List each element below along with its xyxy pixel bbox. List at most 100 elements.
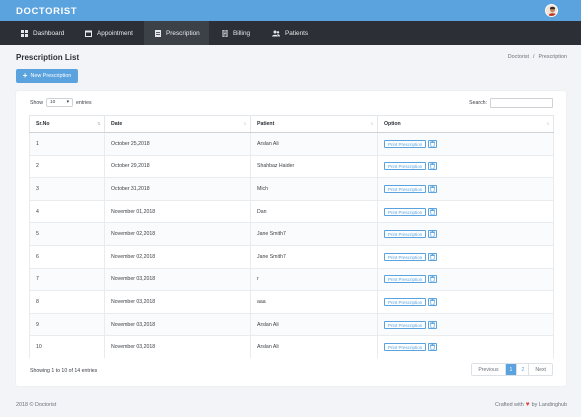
print-prescription-button[interactable]: Print Prescription — [384, 297, 427, 306]
print-prescription-button[interactable]: Print Prescription — [384, 162, 427, 171]
footer-credit: Crafted with ♥ by Landinghub — [495, 401, 567, 409]
cell-srno: 1 — [29, 132, 105, 156]
table-row: 3 October 31,2018 Mich Print Prescription — [29, 177, 554, 201]
cell-option: Print Prescription — [377, 154, 554, 178]
cell-patient: Dan — [250, 199, 378, 223]
table-info: Showing 1 to 10 of 14 entries — [30, 368, 98, 374]
column-header-label: Date — [111, 121, 123, 127]
trash-icon — [430, 163, 436, 170]
table-row: 5 November 02,2018 Jane Smith7 Print Prescr… — [29, 222, 554, 246]
cell-option: Print Prescription — [377, 222, 554, 246]
chevron-down-icon: ▾ — [66, 100, 69, 105]
heart-icon: ♥ — [525, 401, 530, 408]
cell-patient: aaa — [250, 290, 378, 314]
print-prescription-button[interactable]: Print Prescription — [384, 139, 427, 148]
table-row: 9 November 03,2018 Arslan Ali Print Prescri… — [29, 312, 554, 336]
cell-srno: 2 — [29, 154, 105, 178]
table-row: 6 November 02,2018 Jane Smith7 Print Prescr… — [29, 244, 554, 269]
delete-button[interactable] — [428, 320, 438, 329]
pagination-previous[interactable]: Previous — [472, 364, 506, 375]
trash-icon — [430, 231, 436, 238]
nav-patients-label: Patients — [285, 29, 309, 37]
table-row: 8 November 03,2018 aaa Print Prescription — [29, 290, 554, 314]
nav-dashboard-label: Dashboard — [33, 29, 65, 37]
user-avatar[interactable] — [545, 4, 558, 17]
delete-button[interactable] — [428, 275, 438, 284]
trash-icon — [430, 298, 436, 305]
prescription-icon — [155, 29, 161, 37]
trash-icon — [430, 185, 436, 192]
cell-option: Print Prescription — [377, 177, 554, 201]
print-prescription-button[interactable]: Print Prescription — [384, 207, 427, 216]
brand-logo[interactable]: DOCTORIST — [16, 6, 77, 17]
delete-button[interactable] — [428, 184, 438, 193]
cell-srno: 3 — [29, 177, 105, 201]
column-header-date[interactable]: Date ↑↓ — [104, 115, 251, 133]
nav-dashboard[interactable]: Dashboard — [21, 21, 64, 45]
page-size-select[interactable]: 10 ▾ — [45, 98, 73, 107]
delete-button[interactable] — [428, 297, 438, 306]
cell-date: November 01,2018 — [104, 199, 251, 223]
delete-button[interactable] — [428, 162, 438, 171]
column-header-label: Option — [384, 121, 401, 127]
show-label: Show — [30, 99, 43, 106]
print-prescription-button[interactable]: Print Prescription — [384, 252, 427, 261]
column-header-srno[interactable]: Sr.No ↑↓ — [29, 115, 105, 133]
cell-date: November 02,2018 — [104, 244, 251, 269]
print-prescription-button[interactable]: Print Prescription — [384, 230, 427, 239]
cell-srno: 4 — [29, 199, 105, 223]
footer-credit-prefix: Crafted with — [495, 402, 524, 409]
print-prescription-button[interactable]: Print Prescription — [384, 343, 427, 352]
nav-appointment-label: Appointment — [97, 29, 133, 37]
cell-patient: r — [250, 267, 378, 291]
page-size-value: 10 — [49, 100, 56, 105]
delete-button[interactable] — [428, 139, 438, 148]
print-prescription-button[interactable]: Print Prescription — [384, 320, 427, 329]
trash-icon — [430, 208, 436, 215]
pagination: Previous 1 2 Next — [471, 363, 553, 376]
calendar-icon — [85, 30, 92, 37]
pagination-page-1[interactable]: 1 — [505, 364, 518, 375]
delete-button[interactable] — [428, 343, 438, 352]
nav-billing[interactable]: Billing — [222, 21, 250, 45]
nav-prescription[interactable]: Prescription — [144, 21, 209, 45]
nav-patients[interactable]: Patients — [272, 21, 308, 45]
trash-icon — [430, 321, 436, 328]
table-row: 4 November 01,2018 Dan Print Prescription — [29, 199, 554, 223]
cell-option: Print Prescription — [377, 199, 554, 223]
table-row: 1 October 25,2018 Arslan Ali Print Prescrip… — [29, 132, 554, 156]
search-label: Search: — [469, 100, 487, 106]
breadcrumb-root[interactable]: Doctorist — [508, 54, 529, 60]
search-input[interactable] — [490, 98, 553, 108]
cell-date: October 29,2018 — [104, 154, 251, 178]
footer-copyright: 2018 © Doctorist — [16, 402, 57, 408]
cell-srno: 9 — [29, 312, 105, 336]
trash-icon — [430, 344, 436, 351]
delete-button[interactable] — [428, 207, 438, 216]
cell-patient: Arslan Ali — [250, 335, 378, 359]
column-header-patient[interactable]: Patient ↑↓ — [250, 115, 378, 133]
cell-option: Print Prescription — [377, 267, 554, 291]
delete-button[interactable] — [428, 230, 438, 239]
new-prescription-label: New Prescription — [30, 73, 72, 79]
sort-icon: ↑↓ — [97, 121, 101, 127]
pagination-page-2[interactable]: 2 — [517, 364, 530, 375]
new-prescription-button[interactable]: + New Prescription — [16, 69, 78, 83]
sort-icon: ↑↓ — [243, 121, 247, 127]
entries-label: entries — [75, 99, 92, 106]
cell-date: November 02,2018 — [104, 222, 251, 246]
cell-patient: Mich — [250, 177, 378, 201]
prescription-table: Sr.No ↑↓ Date ↑↓ Patient ↑↓ Option ↑↓ 1 Octob… — [29, 115, 554, 359]
print-prescription-button[interactable]: Print Prescription — [384, 275, 427, 284]
delete-button[interactable] — [428, 252, 438, 261]
table-header-row: Sr.No ↑↓ Date ↑↓ Patient ↑↓ Option ↑↓ — [29, 115, 554, 133]
column-header-option[interactable]: Option ↑↓ — [377, 115, 554, 133]
pagination-next[interactable]: Next — [529, 364, 552, 375]
print-prescription-button[interactable]: Print Prescription — [384, 184, 427, 193]
nav-appointment[interactable]: Appointment — [85, 21, 133, 45]
cell-date: November 03,2018 — [104, 335, 251, 359]
table-row: 10 November 03,2018 Arslan Ali Print Prescr… — [29, 335, 554, 359]
footer-credit-suffix: by Landinghub — [531, 402, 567, 409]
billing-icon — [222, 29, 228, 37]
table-row: 2 October 29,2018 Shahbaz Haider Print Pres… — [29, 154, 554, 178]
